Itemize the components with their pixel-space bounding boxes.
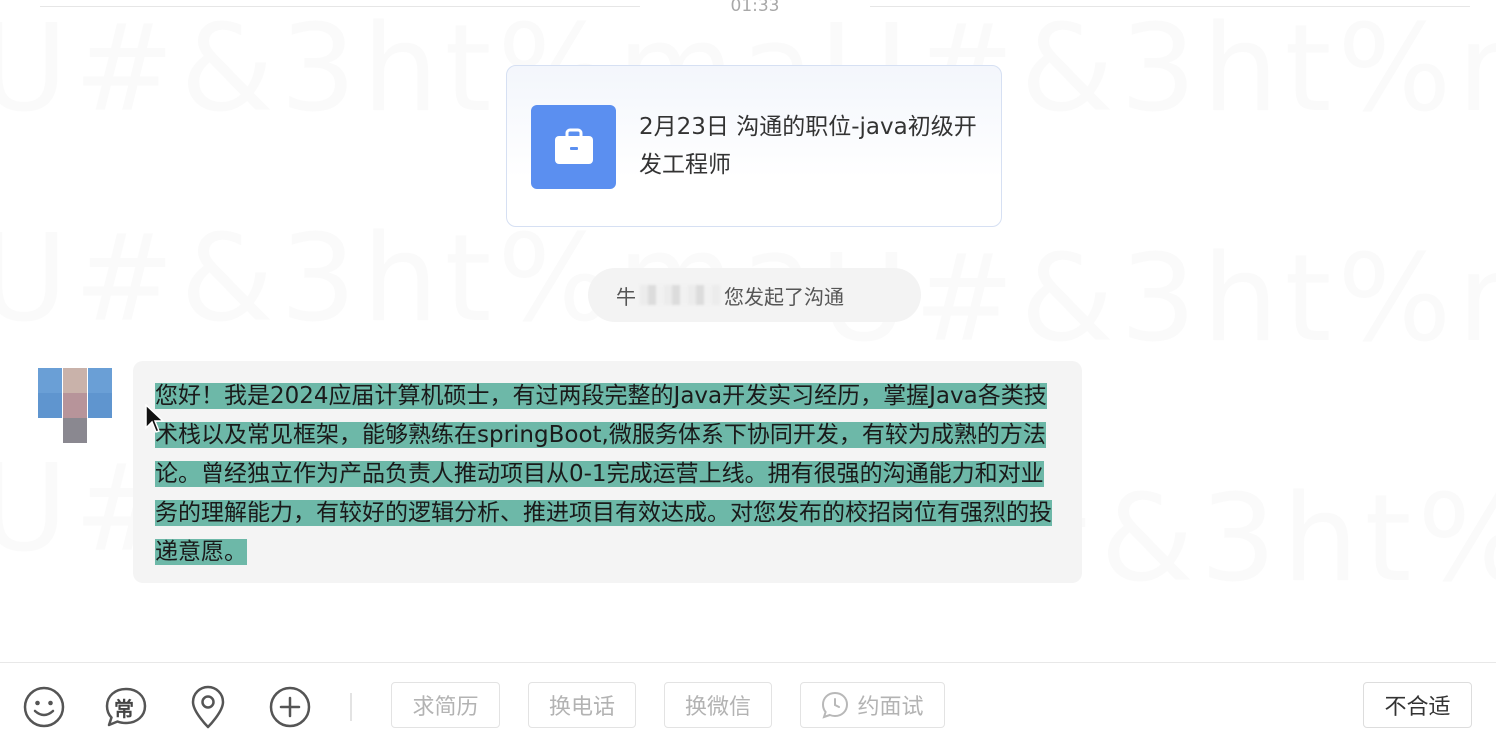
exchange-wechat-label: 换微信	[684, 695, 751, 720]
request-resume-label: 求简历	[412, 695, 479, 720]
chat-window: U#&3ht%ma U#&3ht%ma U#&3ht%ma U#&3ht%ma …	[0, 0, 1496, 734]
message-text[interactable]: 您好！我是2024应届计算机硕士，有过两段完整的Java开发实习经历，掌握Jav…	[155, 377, 1065, 572]
avatar-pixel	[88, 393, 112, 418]
request-resume-button[interactable]: 求简历	[391, 682, 500, 728]
interview-chat-icon	[821, 691, 849, 719]
system-notice-prefix: 牛	[616, 284, 636, 309]
common-phrases-icon[interactable]: 常	[104, 685, 148, 729]
mouse-cursor-icon	[145, 403, 165, 434]
message-timestamp: 01:33	[730, 0, 780, 16]
avatar-pixel	[38, 368, 62, 393]
watermark: U#&3ht%ma	[820, 230, 1496, 369]
redacted-name	[640, 285, 720, 305]
exchange-wechat-button[interactable]: 换微信	[664, 682, 772, 728]
job-card-text: 2月23日 沟通的职位-java初级开发工程师	[639, 114, 977, 178]
exchange-phone-label: 换电话	[548, 695, 615, 720]
divider-line	[40, 6, 640, 7]
toolbar-separator	[350, 693, 352, 721]
divider-line	[870, 6, 1470, 7]
location-icon[interactable]	[186, 685, 230, 729]
selected-message-text[interactable]: 您好！我是2024应届计算机硕士，有过两段完整的Java开发实习经历，掌握Jav…	[155, 383, 1052, 565]
system-notice: 牛 您发起了沟通	[588, 268, 921, 322]
emoji-icon[interactable]	[22, 685, 66, 729]
avatar-pixel	[38, 393, 62, 418]
avatar-pixel	[88, 368, 112, 393]
briefcase-icon	[531, 105, 616, 189]
avatar-pixel	[63, 418, 87, 443]
not-suitable-button[interactable]: 不合适	[1363, 682, 1472, 728]
chat-toolbar: 常 求简历 换电话 换微信 约面试 不合适	[0, 662, 1496, 734]
exchange-phone-button[interactable]: 换电话	[528, 682, 636, 728]
avatar[interactable]	[38, 368, 112, 443]
job-position-card[interactable]: 2月23日 沟通的职位-java初级开发工程师	[506, 65, 1002, 227]
message-bubble[interactable]: 您好！我是2024应届计算机硕士，有过两段完整的Java开发实习经历，掌握Jav…	[133, 361, 1082, 583]
schedule-interview-label: 约面试	[857, 695, 924, 720]
timestamp-divider: 01:33	[40, 0, 1470, 20]
schedule-interview-button[interactable]: 约面试	[800, 682, 945, 728]
system-notice-suffix: 您发起了沟通	[724, 284, 844, 309]
avatar-pixel	[63, 368, 87, 393]
common-phrases-label: 常	[114, 697, 134, 721]
add-icon[interactable]	[268, 685, 312, 729]
avatar-pixel	[63, 393, 87, 418]
not-suitable-label: 不合适	[1384, 695, 1451, 720]
